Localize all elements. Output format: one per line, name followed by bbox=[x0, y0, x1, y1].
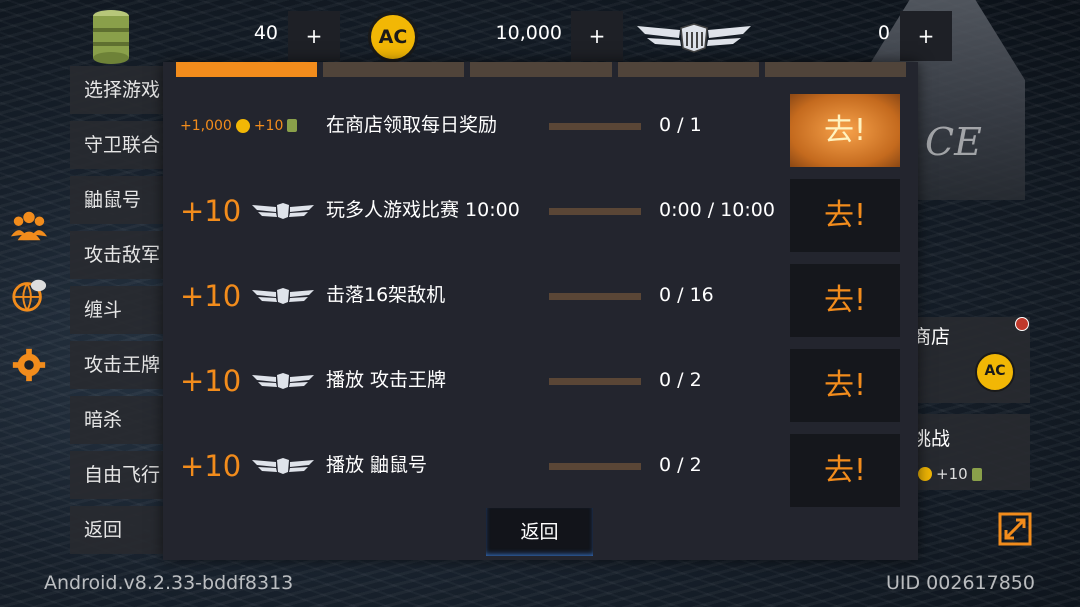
medal-wings-icon bbox=[252, 287, 315, 304]
reward-coin-value: +1,000 bbox=[180, 117, 232, 134]
task-progress-text: 0 / 1 bbox=[659, 114, 702, 136]
progress-segment bbox=[470, 62, 612, 77]
add-fuel-button[interactable]: + bbox=[288, 11, 340, 61]
fuel-barrel-icon bbox=[971, 467, 982, 481]
carrier-deck-text: CE bbox=[925, 120, 982, 164]
reward-medal-value: +10 bbox=[180, 363, 242, 398]
ac-coin-icon: AC bbox=[368, 12, 418, 62]
add-medal-button[interactable]: + bbox=[900, 11, 952, 61]
progress-segment bbox=[764, 62, 907, 77]
coin-icon bbox=[918, 467, 932, 481]
task-progress-text: 0 / 2 bbox=[659, 454, 702, 476]
task-description: 播放 攻击王牌 bbox=[326, 369, 447, 391]
medal-wings-icon bbox=[252, 457, 315, 474]
add-coin-button[interactable]: + bbox=[571, 11, 623, 61]
globe-chat-icon[interactable] bbox=[0, 260, 58, 330]
challenge-reward-value: +10 bbox=[936, 465, 968, 483]
challenge-reward: +10 bbox=[918, 465, 982, 483]
reward-medal-value: +10 bbox=[180, 278, 242, 313]
coin-value: 10,000 bbox=[495, 22, 562, 44]
coin-icon bbox=[235, 118, 250, 133]
go-button[interactable]: 去! bbox=[790, 94, 900, 167]
gear-icon[interactable] bbox=[0, 330, 58, 400]
fuel-barrel-icon bbox=[287, 119, 298, 132]
reward-bundle: +1,000 +10 bbox=[180, 117, 298, 134]
uid-text: UID 002617850 bbox=[886, 572, 1035, 594]
task-progress-bar bbox=[549, 208, 641, 215]
medal-wings-icon bbox=[637, 23, 751, 53]
task-row: +10 播放 攻击王牌 0 / 2 去! bbox=[163, 338, 918, 423]
task-progress-text: 0 / 16 bbox=[659, 284, 714, 306]
fuel-value: 40 bbox=[253, 22, 278, 44]
expand-icon[interactable] bbox=[998, 512, 1032, 546]
side-icon-bar bbox=[0, 190, 58, 400]
go-button[interactable]: 去! bbox=[790, 434, 900, 507]
task-description: 在商店领取每日奖励 bbox=[326, 114, 498, 136]
notification-dot bbox=[1015, 317, 1029, 331]
daily-tasks-dialog: +1,000 +10 在商店领取每日奖励 0 / 1 去! +10 玩多人游戏比… bbox=[163, 62, 918, 560]
reward-medal-value: +10 bbox=[180, 193, 242, 228]
progress-segment bbox=[617, 62, 759, 77]
go-button[interactable]: 去! bbox=[790, 349, 900, 422]
task-description: 玩多人游戏比赛 10:00 bbox=[326, 199, 520, 221]
task-reward: +10 bbox=[180, 253, 315, 338]
shop-coin-icon: AC bbox=[975, 352, 1015, 392]
task-progress-bar bbox=[549, 463, 641, 470]
back-button[interactable]: 返回 bbox=[486, 508, 593, 556]
task-description: 击落16架敌机 bbox=[326, 284, 446, 306]
task-progress-bar bbox=[549, 293, 641, 300]
task-progress-bar bbox=[549, 378, 641, 385]
reward-fuel-value: +10 bbox=[253, 117, 284, 134]
task-reward: +10 bbox=[180, 338, 315, 423]
medal-value: 0 bbox=[877, 22, 890, 44]
daily-progress-bar bbox=[176, 62, 907, 77]
medal-wings-icon bbox=[252, 372, 315, 389]
task-reward: +10 bbox=[180, 423, 315, 508]
task-reward: +1,000 +10 bbox=[180, 83, 298, 168]
task-progress-text: 0:00 / 10:00 bbox=[659, 199, 775, 221]
go-button[interactable]: 去! bbox=[790, 179, 900, 252]
task-row: +10 播放 鼬鼠号 0 / 2 去! bbox=[163, 423, 918, 508]
friends-icon[interactable] bbox=[0, 190, 58, 260]
task-reward: +10 bbox=[180, 168, 315, 253]
task-row: +10 击落16架敌机 0 / 16 去! bbox=[163, 253, 918, 338]
task-row: +1,000 +10 在商店领取每日奖励 0 / 1 去! bbox=[163, 83, 918, 168]
task-progress-bar bbox=[549, 123, 641, 130]
progress-segment bbox=[323, 62, 465, 77]
task-description: 播放 鼬鼠号 bbox=[326, 454, 428, 476]
version-text: Android.v8.2.33-bddf8313 bbox=[44, 572, 294, 594]
reward-medal-value: +10 bbox=[180, 448, 242, 483]
go-button[interactable]: 去! bbox=[790, 264, 900, 337]
fuel-barrel-icon bbox=[93, 10, 129, 64]
progress-segment bbox=[176, 62, 318, 77]
task-row: +10 玩多人游戏比赛 10:00 0:00 / 10:00 去! bbox=[163, 168, 918, 253]
medal-wings-icon bbox=[252, 202, 315, 219]
task-progress-text: 0 / 2 bbox=[659, 369, 702, 391]
